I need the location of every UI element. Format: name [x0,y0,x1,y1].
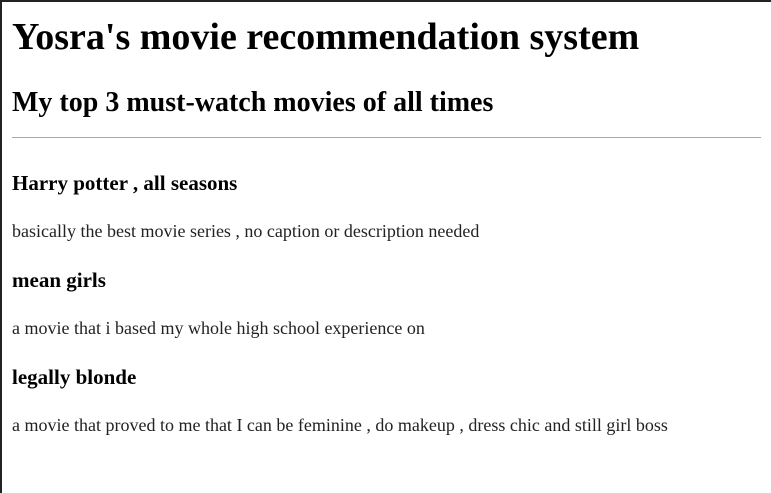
movie-description: a movie that i based my whole high schoo… [12,318,425,338]
movie-description: a movie that proved to me that I can be … [12,415,668,435]
page-title: Yosra's movie recommendation system [12,16,640,58]
movie-title: mean girls [12,268,106,292]
divider [12,137,761,138]
movie-title: Harry potter , all seasons [12,171,238,195]
movie-title: legally blonde [12,365,137,389]
page-subtitle: My top 3 must-watch movies of all times [12,87,494,118]
movie-description: basically the best movie series , no cap… [12,221,480,241]
